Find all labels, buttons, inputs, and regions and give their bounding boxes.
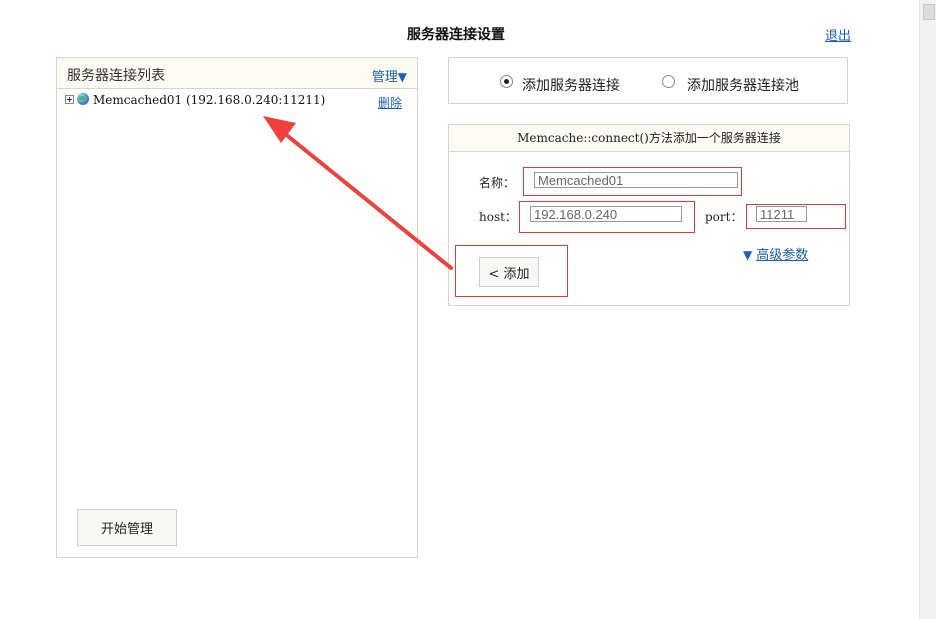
server-list-title: 服务器连接列表 [67,68,165,84]
radio-add-connection-label[interactable]: 添加服务器连接 [522,75,620,95]
expand-icon[interactable] [65,95,74,104]
form-header: Memcache::connect()方法添加一个服务器连接 [449,125,849,152]
chevron-down-icon: ▼ [397,70,407,84]
manage-label: 管理 [371,70,398,85]
connection-form: Memcache::connect()方法添加一个服务器连接 名称： host：… [448,124,850,306]
delete-server-link[interactable]: 删除 [378,94,402,111]
logout-link[interactable]: 退出 [825,25,851,44]
name-input[interactable] [534,172,738,188]
radio-add-connection[interactable] [500,75,513,88]
port-input[interactable] [756,206,807,222]
add-button[interactable]: < 添加 [479,257,539,287]
server-tree-item[interactable]: Memcached01 (192.168.0.240:11211) [65,93,405,111]
host-label: host： [479,210,517,224]
host-input[interactable] [530,206,682,222]
server-item-label[interactable]: Memcached01 (192.168.0.240:11211) [93,93,325,107]
radio-add-pool[interactable] [662,75,675,88]
scrollbar-thumb[interactable] [923,4,935,20]
name-label: 名称： [479,176,516,190]
vertical-scrollbar[interactable] [919,0,936,619]
server-list-header: 服务器连接列表 管理▼ [57,58,417,89]
advanced-params-link[interactable]: ▼ 高级参数 [743,244,808,263]
page-title: 服务器连接设置 [407,27,505,43]
mode-selector: 添加服务器连接 添加服务器连接池 [448,57,848,104]
globe-icon [77,93,89,105]
triangle-down-icon: ▼ [743,248,753,262]
port-label: port： [705,210,743,224]
manage-dropdown[interactable]: 管理▼ [372,66,407,85]
start-management-button[interactable]: 开始管理 [77,509,177,546]
server-list-panel: 服务器连接列表 管理▼ Memcached01 (192.168.0.240:1… [56,57,418,558]
radio-add-pool-label[interactable]: 添加服务器连接池 [687,75,799,95]
advanced-params-label: 高级参数 [756,248,809,263]
